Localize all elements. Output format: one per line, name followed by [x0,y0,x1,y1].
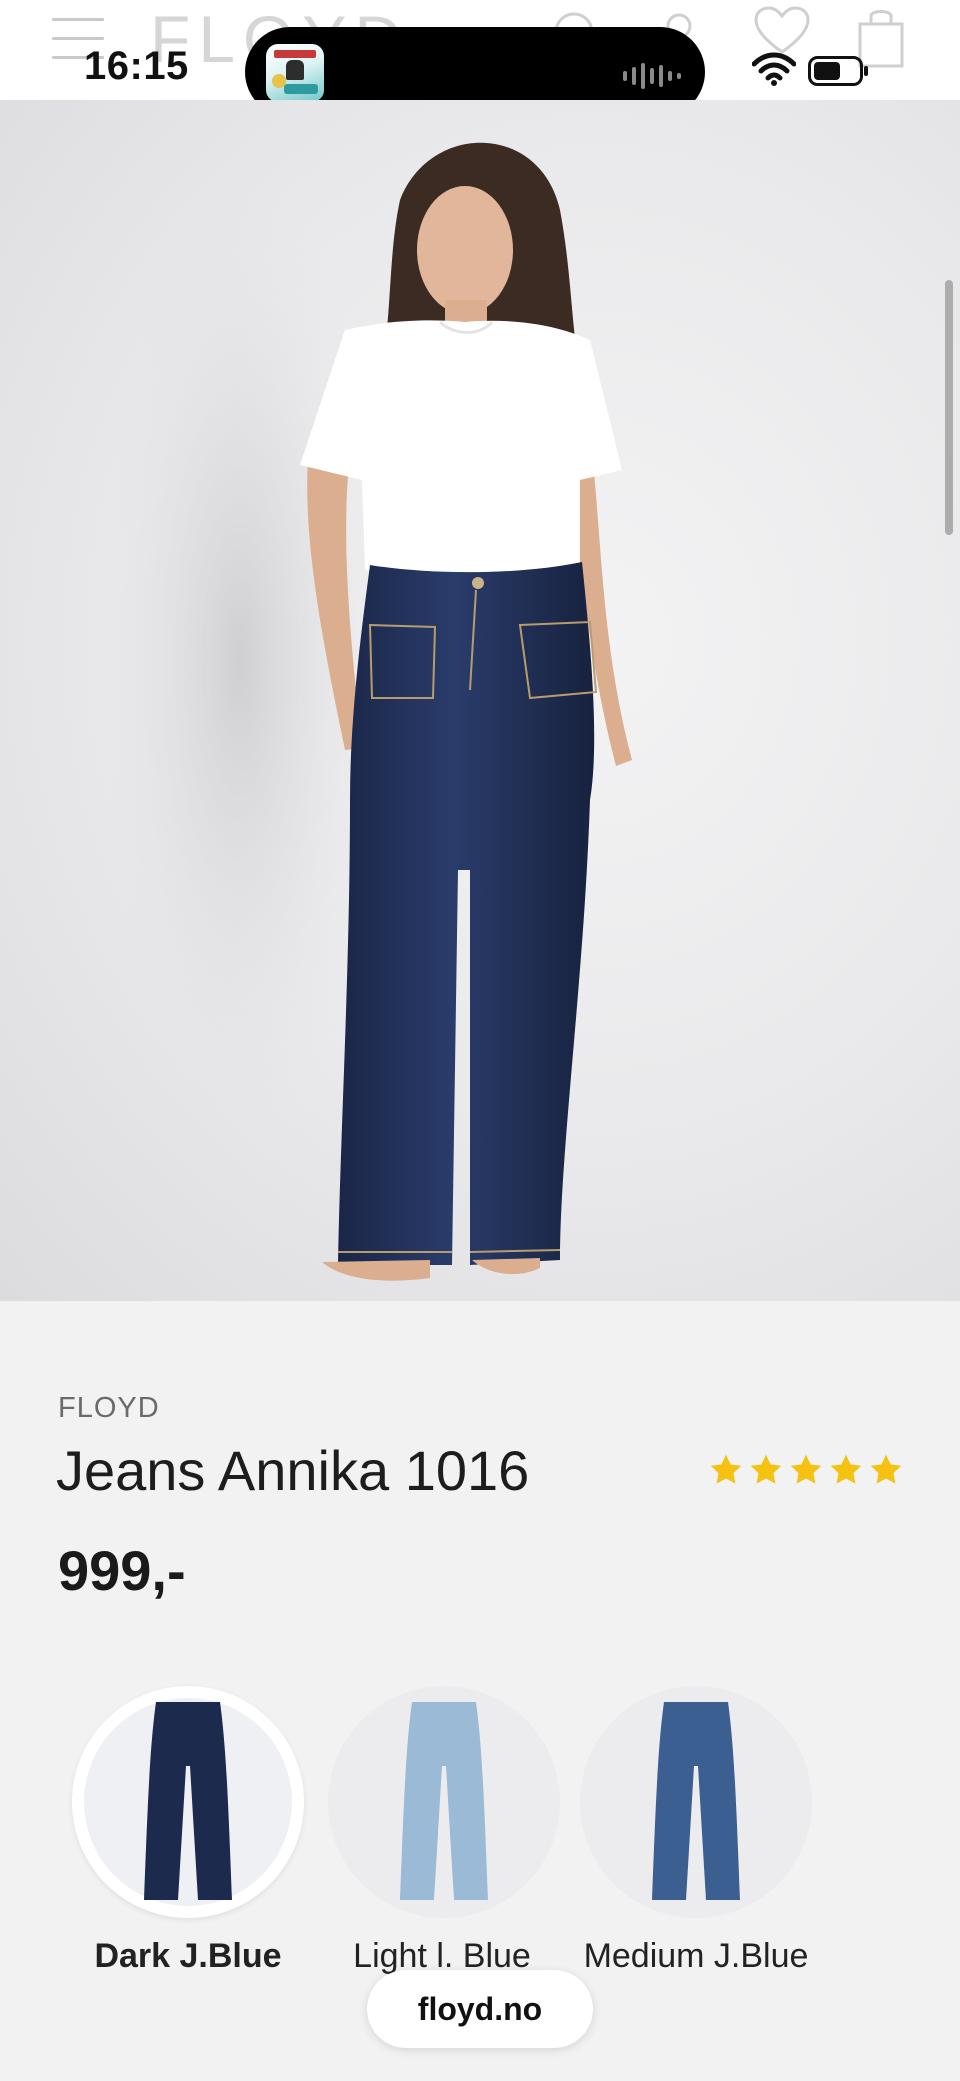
star-icon [870,1454,902,1484]
star-icon [830,1454,862,1484]
rating-stars[interactable] [708,1452,904,1488]
wishlist-icon[interactable] [752,6,812,56]
status-time: 16:15 [84,44,189,88]
audio-waveform-icon [623,63,681,89]
variant-light-l-blue[interactable] [328,1686,560,1918]
star-icon [790,1454,822,1484]
browser-url-bar[interactable]: floyd.no [367,1970,593,2048]
product-photo [90,140,632,1281]
product-image-gallery[interactable] [0,100,960,1301]
product-title: Jeans Annika 1016 [56,1439,530,1502]
scrollbar[interactable] [945,280,953,535]
star-icon [710,1454,742,1484]
product-brand[interactable]: FLOYD [58,1392,160,1425]
variant-medium-j-blue[interactable] [580,1686,812,1918]
wifi-icon [752,52,796,86]
jeans-thumbnail [652,1702,740,1900]
variant-label[interactable]: Dark J.Blue [58,1934,318,1978]
now-playing-app-icon[interactable] [266,44,324,102]
jeans-thumbnail [400,1702,488,1900]
battery-icon [808,56,868,86]
variant-dark-j-blue[interactable] [72,1686,304,1918]
product-price: 999,- [58,1539,186,1602]
star-icon [750,1454,782,1484]
jeans-thumbnail [144,1702,232,1900]
variant-label[interactable]: Medium J.Blue [566,1934,826,1978]
